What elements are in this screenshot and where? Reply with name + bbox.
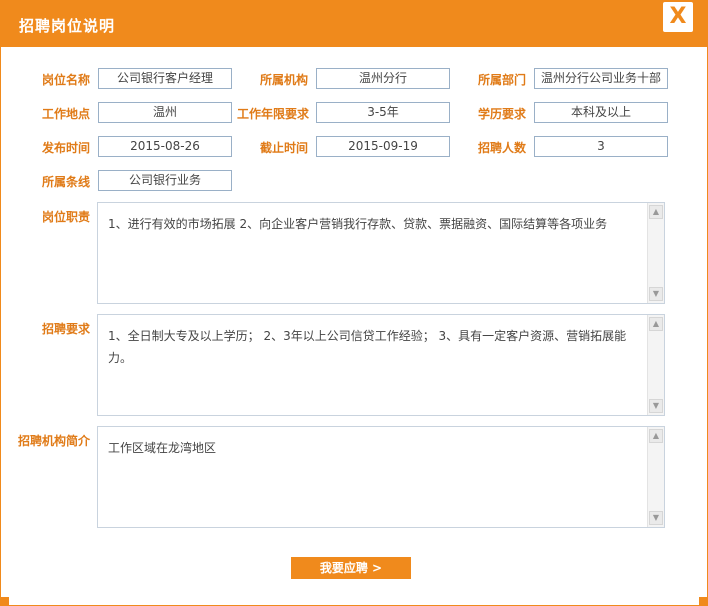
intro-textarea[interactable]: 工作区域在龙湾地区 ▲ ▼ xyxy=(97,426,665,528)
bottom-right-corner xyxy=(699,597,707,605)
duties-scrollbar[interactable]: ▲ ▼ xyxy=(647,203,664,303)
deadline-field: 2015-09-19 xyxy=(316,136,450,157)
location-field: 温州 xyxy=(98,102,232,123)
duties-label: 岗位职责 xyxy=(42,210,91,224)
duties-textarea[interactable]: 1、进行有效的市场拓展 2、向企业客户营销我行存款、贷款、票据融资、国际结算等各… xyxy=(97,202,665,304)
close-button[interactable]: X xyxy=(663,2,693,32)
scroll-down-icon[interactable]: ▼ xyxy=(649,399,663,413)
headcount-field: 3 xyxy=(534,136,668,157)
scroll-up-icon[interactable]: ▲ xyxy=(649,205,663,219)
headcount-label: 招聘人数 xyxy=(478,141,527,155)
years-label: 工作年限要求 xyxy=(237,107,310,121)
education-field: 本科及以上 xyxy=(534,102,668,123)
requirements-textarea[interactable]: 1、全日制大专及以上学历； 2、3年以上公司信贷工作经验； 3、具有一定客户资源… xyxy=(97,314,665,416)
education-label: 学历要求 xyxy=(478,107,527,121)
deadline-label: 截止时间 xyxy=(260,141,309,155)
requirements-scrollbar[interactable]: ▲ ▼ xyxy=(647,315,664,415)
intro-text: 工作区域在龙湾地区 xyxy=(108,441,217,455)
job-detail-dialog: 招聘岗位说明 X 岗位名称 公司银行客户经理 所属机构 温州分行 所属部门 温州… xyxy=(0,0,708,606)
post-name-label: 岗位名称 xyxy=(42,73,91,87)
post-name-field: 公司银行客户经理 xyxy=(98,68,232,89)
org-label: 所属机构 xyxy=(260,73,309,87)
apply-button[interactable]: 我要应聘 > xyxy=(291,557,411,579)
location-label: 工作地点 xyxy=(42,107,91,121)
publish-date-field: 2015-08-26 xyxy=(98,136,232,157)
scroll-down-icon[interactable]: ▼ xyxy=(649,511,663,525)
duties-text: 1、进行有效的市场拓展 2、向企业客户营销我行存款、贷款、票据融资、国际结算等各… xyxy=(108,217,608,231)
requirements-text: 1、全日制大专及以上学历； 2、3年以上公司信贷工作经验； 3、具有一定客户资源… xyxy=(108,329,627,365)
org-field: 温州分行 xyxy=(316,68,450,89)
scroll-down-icon[interactable]: ▼ xyxy=(649,287,663,301)
dept-field: 温州分行公司业务十部 xyxy=(534,68,668,89)
scroll-up-icon[interactable]: ▲ xyxy=(649,317,663,331)
dialog-title: 招聘岗位说明 xyxy=(19,17,116,35)
intro-label: 招聘机构简介 xyxy=(18,434,91,448)
intro-scrollbar[interactable]: ▲ ▼ xyxy=(647,427,664,527)
line-field: 公司银行业务 xyxy=(98,170,232,191)
years-field: 3-5年 xyxy=(316,102,450,123)
scroll-up-icon[interactable]: ▲ xyxy=(649,429,663,443)
requirements-label: 招聘要求 xyxy=(42,322,91,336)
publish-date-label: 发布时间 xyxy=(42,141,91,155)
dialog-titlebar: 招聘岗位说明 X xyxy=(1,1,707,47)
dept-label: 所属部门 xyxy=(478,73,527,87)
bottom-left-corner xyxy=(1,597,9,605)
line-label: 所属条线 xyxy=(42,175,91,189)
